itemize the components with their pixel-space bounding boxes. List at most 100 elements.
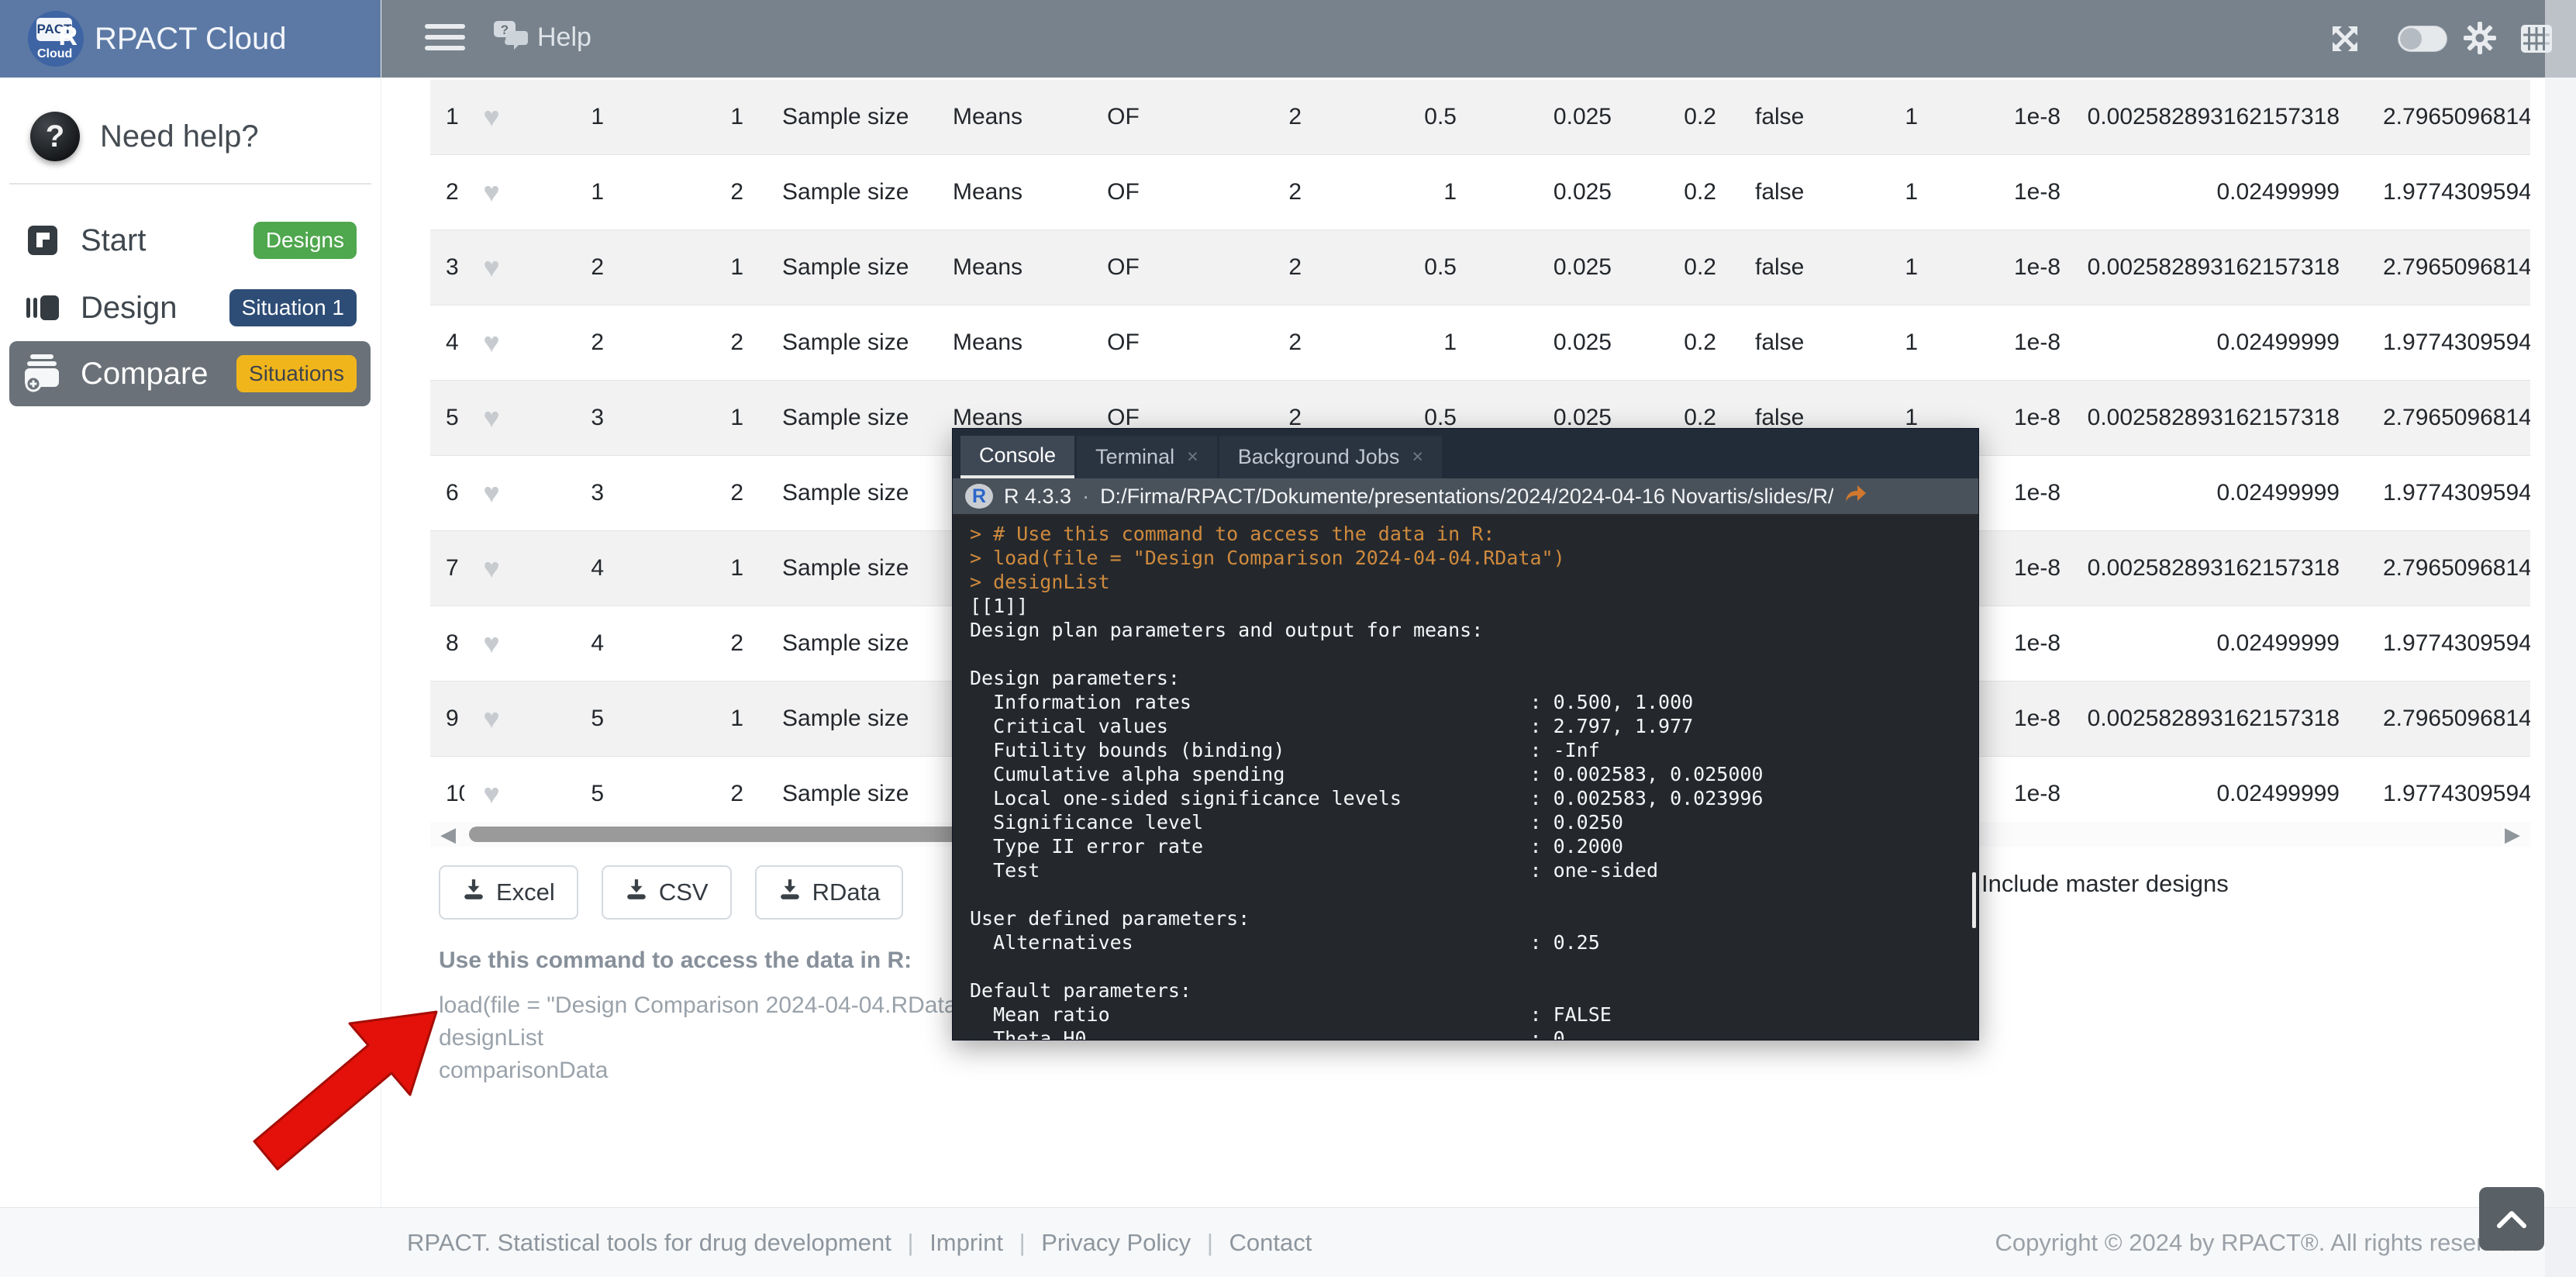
close-icon[interactable]: × bbox=[1412, 446, 1423, 468]
cell-tolerance: 1e-8 bbox=[1933, 405, 2073, 431]
cell-design: 3 bbox=[519, 480, 627, 506]
compare-icon bbox=[23, 354, 62, 393]
cell-endpoint: Means bbox=[937, 104, 1061, 130]
theme-toggle[interactable] bbox=[2398, 26, 2447, 52]
cell-ratio: 1 bbox=[1817, 254, 1933, 281]
footer: RPACT. Statistical tools for drug develo… bbox=[0, 1207, 2576, 1277]
fullscreen-icon[interactable] bbox=[2329, 23, 2360, 58]
favorite-heart-icon[interactable]: ♥ bbox=[464, 627, 519, 660]
row-index: 10 bbox=[430, 781, 464, 807]
row-index: 7 bbox=[430, 555, 464, 582]
tab-background-jobs[interactable]: Background Jobs × bbox=[1219, 436, 1442, 478]
favorite-heart-icon[interactable]: ♥ bbox=[464, 702, 519, 735]
access-designlist: designList bbox=[439, 1022, 973, 1054]
cell-alpha-spent-1: 0.002582893162157318 bbox=[2073, 104, 2383, 130]
cell-design: 1 bbox=[519, 179, 627, 205]
cell-design-type: OF bbox=[1061, 405, 1185, 431]
cell-calculation: Sample size bbox=[767, 179, 937, 205]
cell-critical-value-1: 1.97743095941 bbox=[2383, 179, 2530, 205]
sidebar-item-compare[interactable]: Compare Situations bbox=[9, 341, 371, 406]
cell-critical-value-1: 1.97743095941 bbox=[2383, 781, 2530, 807]
cell-endpoint: Means bbox=[937, 254, 1061, 281]
need-help-link[interactable]: ? Need help? bbox=[0, 105, 381, 167]
scroll-right-arrow[interactable]: ▶ bbox=[2495, 823, 2530, 847]
cell-beta: 0.2 bbox=[1619, 104, 1724, 130]
need-help-label: Need help? bbox=[100, 119, 259, 154]
cell-tolerance: 1e-8 bbox=[1933, 179, 2073, 205]
rdata-label: RData bbox=[812, 878, 881, 906]
console-output-area[interactable]: > # Use this command to access the data … bbox=[953, 514, 1978, 1040]
favorite-heart-icon[interactable]: ♥ bbox=[464, 251, 519, 284]
table-row[interactable]: 1 ♥ 1 1 Sample size Means OF 2 0.5 0.025… bbox=[430, 80, 2530, 155]
help-label: Help bbox=[537, 22, 591, 53]
cell-situation: 2 bbox=[627, 630, 767, 657]
close-icon[interactable]: × bbox=[1187, 446, 1198, 468]
cell-critical-value-1: 1.97743095941 bbox=[2383, 480, 2530, 506]
cell-alpha: 0.025 bbox=[1464, 254, 1619, 281]
favorite-heart-icon[interactable]: ♥ bbox=[464, 477, 519, 509]
cell-design: 5 bbox=[519, 706, 627, 732]
cell-design: 5 bbox=[519, 781, 627, 807]
tab-console[interactable]: Console bbox=[960, 436, 1074, 478]
console-toolbar: R R 4.3.3 · D:/Firma/RPACT/Dokumente/pre… bbox=[953, 478, 1978, 514]
cell-tolerance: 1e-8 bbox=[1933, 330, 2073, 356]
footer-imprint-link[interactable]: Imprint bbox=[929, 1229, 1003, 1256]
cell-kmax: 2 bbox=[1185, 254, 1309, 281]
favorite-heart-icon[interactable]: ♥ bbox=[464, 778, 519, 810]
cell-alpha-spent-1: 0.02499999 bbox=[2073, 781, 2383, 807]
footer-contact-link[interactable]: Contact bbox=[1229, 1229, 1312, 1256]
design-icon bbox=[23, 292, 62, 323]
favorite-heart-icon[interactable]: ♥ bbox=[464, 552, 519, 585]
footer-rpact-link[interactable]: RPACT. Statistical tools for drug develo… bbox=[407, 1229, 891, 1256]
table-row[interactable]: 4 ♥ 2 2 Sample size Means OF 2 1 0.025 0… bbox=[430, 305, 2530, 381]
console-commands: > # Use this command to access the data … bbox=[970, 522, 1978, 594]
footer-privacy-link[interactable]: Privacy Policy bbox=[1041, 1229, 1191, 1256]
cell-situation: 2 bbox=[627, 179, 767, 205]
row-index: 4 bbox=[430, 330, 464, 356]
cell-alpha-spent-1: 0.02499999 bbox=[2073, 330, 2383, 356]
cell-critical-value-1: 2.79650968146 bbox=[2383, 555, 2530, 582]
table-row[interactable]: 2 ♥ 1 2 Sample size Means OF 2 1 0.025 0… bbox=[430, 155, 2530, 230]
favorite-heart-icon[interactable]: ♥ bbox=[464, 101, 519, 133]
forward-arrow-icon[interactable] bbox=[1844, 485, 1867, 509]
favorite-heart-icon[interactable]: ♥ bbox=[464, 402, 519, 434]
settings-gear-icon[interactable] bbox=[2463, 21, 2497, 59]
page-scrollbar[interactable] bbox=[2545, 0, 2576, 1277]
csv-button[interactable]: CSV bbox=[602, 865, 732, 920]
cell-ratio: 1 bbox=[1817, 179, 1933, 205]
include-master-designs-option[interactable]: Include master designs bbox=[1942, 870, 2229, 898]
console-scrollbar-thumb[interactable] bbox=[1972, 872, 1976, 928]
excel-button[interactable]: Excel bbox=[439, 865, 578, 920]
scroll-to-top-button[interactable] bbox=[2479, 1187, 2544, 1251]
favorite-heart-icon[interactable]: ♥ bbox=[464, 176, 519, 209]
cell-alpha: 0.025 bbox=[1464, 330, 1619, 356]
cell-binding: false bbox=[1724, 330, 1817, 356]
cell-beta: 0.2 bbox=[1619, 179, 1724, 205]
rdata-button[interactable]: RData bbox=[755, 865, 904, 920]
cell-design: 4 bbox=[519, 630, 627, 657]
tab-terminal[interactable]: Terminal × bbox=[1077, 436, 1217, 478]
cell-critical-value-1: 2.79650968146 bbox=[2383, 405, 2530, 431]
cell-situation: 1 bbox=[627, 405, 767, 431]
help-link[interactable]: ? Help bbox=[492, 19, 591, 57]
cell-calculation: Sample size bbox=[767, 254, 937, 281]
row-index: 5 bbox=[430, 405, 464, 431]
excel-label: Excel bbox=[496, 878, 555, 906]
cell-calculation: Sample size bbox=[767, 630, 937, 657]
favorite-heart-icon[interactable]: ♥ bbox=[464, 326, 519, 359]
sidebar-item-start[interactable]: Start Designs bbox=[9, 208, 371, 273]
footer-separator: | bbox=[1207, 1229, 1213, 1256]
table-row[interactable]: 3 ♥ 2 1 Sample size Means OF 2 0.5 0.025… bbox=[430, 230, 2530, 305]
menu-toggle-button[interactable] bbox=[425, 24, 465, 53]
scroll-left-arrow[interactable]: ◀ bbox=[430, 823, 466, 847]
rpact-logo: PACT R Cloud bbox=[28, 11, 84, 67]
cell-kmax: 2 bbox=[1185, 104, 1309, 130]
cell-situation: 1 bbox=[627, 254, 767, 281]
sidebar-item-design[interactable]: Design Situation 1 bbox=[9, 275, 371, 340]
r-access-instructions: Use this command to access the data in R… bbox=[439, 947, 973, 1087]
cell-design-type: OF bbox=[1061, 104, 1185, 130]
start-badge: Designs bbox=[253, 222, 357, 259]
cell-design: 2 bbox=[519, 330, 627, 356]
cell-alternative: 1 bbox=[1309, 330, 1464, 356]
include-master-designs-label: Include master designs bbox=[1981, 870, 2229, 898]
